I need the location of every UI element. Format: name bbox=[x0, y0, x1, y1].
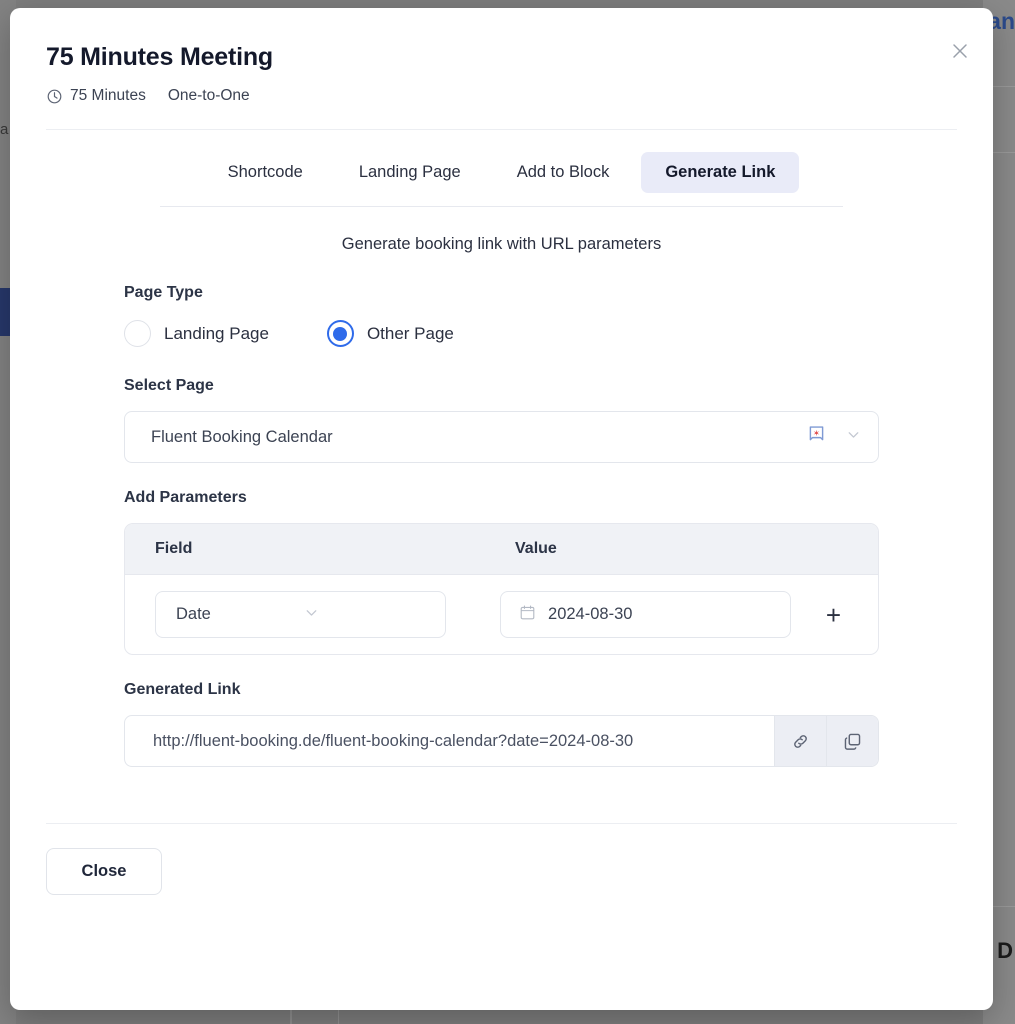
close-icon[interactable] bbox=[945, 36, 975, 66]
tab-add-to-block[interactable]: Add to Block bbox=[493, 152, 634, 193]
tab-bar: Shortcode Landing Page Add to Block Gene… bbox=[10, 152, 993, 193]
radio-other-page-dot bbox=[326, 320, 354, 347]
generated-link-label: Generated Link bbox=[124, 681, 241, 698]
copy-icon[interactable] bbox=[826, 716, 878, 766]
chevron-down-icon bbox=[845, 426, 862, 448]
meta-row: 75 Minutes One-to-One bbox=[46, 87, 957, 105]
clock-icon bbox=[46, 88, 63, 105]
select-page-label: Select Page bbox=[124, 377, 214, 394]
tab-landing-page[interactable]: Landing Page bbox=[335, 152, 485, 193]
generated-link-input[interactable]: http://fluent-booking.de/fluent-booking-… bbox=[125, 716, 774, 766]
select-page-value: Fluent Booking Calendar bbox=[151, 427, 333, 446]
meta-type-label: One-to-One bbox=[167, 87, 250, 104]
add-parameters-label: Add Parameters bbox=[124, 489, 247, 506]
page-title: 75 Minutes Meeting bbox=[46, 43, 273, 71]
parameter-value-input[interactable]: 2024-08-30 bbox=[500, 591, 792, 638]
generate-link-modal: 75 Minutes Meeting 75 Minutes One-to-One… bbox=[10, 8, 993, 1010]
background-left-text-fragment: a bbox=[0, 121, 9, 138]
meta-duration-label: 75 Minutes bbox=[70, 87, 146, 104]
modal-body: Generate booking link with URL parameter… bbox=[10, 235, 993, 767]
radio-landing-page-dot bbox=[124, 320, 151, 347]
parameters-table: Field Value Date 2024-08-30 + bbox=[124, 523, 879, 655]
table-row: Date 2024-08-30 + bbox=[125, 575, 878, 654]
radio-landing-page[interactable]: Landing Page bbox=[124, 320, 269, 347]
page-type-radio-group: Landing Page Other Page bbox=[124, 320, 879, 347]
radio-other-page-label: Other Page bbox=[366, 323, 454, 343]
chevron-down-icon bbox=[303, 604, 430, 626]
radio-other-page[interactable]: Other Page bbox=[326, 320, 454, 347]
close-button[interactable]: Close bbox=[46, 848, 162, 895]
parameter-value-text: 2024-08-30 bbox=[548, 605, 633, 623]
meta-type: One-to-One bbox=[168, 87, 250, 105]
column-header-field: Field bbox=[155, 540, 193, 557]
page-type-label: Page Type bbox=[124, 284, 203, 301]
calendar-icon bbox=[519, 604, 536, 626]
tab-generate-link[interactable]: Generate Link bbox=[641, 152, 800, 193]
add-parameter-button[interactable]: + bbox=[819, 600, 848, 630]
tabs-divider bbox=[160, 206, 843, 207]
svg-text:✶: ✶ bbox=[813, 428, 820, 438]
modal-header: 75 Minutes Meeting 75 Minutes One-to-One bbox=[10, 8, 993, 105]
intro-text: Generate booking link with URL parameter… bbox=[341, 235, 662, 253]
meta-duration: 75 Minutes bbox=[46, 87, 146, 105]
header-divider bbox=[46, 129, 957, 130]
parameter-field-dropdown[interactable]: Date bbox=[155, 591, 446, 638]
modal-footer: Close bbox=[10, 824, 993, 919]
select-page-dropdown[interactable]: Fluent Booking Calendar ✶ bbox=[124, 411, 879, 463]
tab-shortcode[interactable]: Shortcode bbox=[204, 152, 327, 193]
parameter-field-value: Date bbox=[176, 605, 211, 623]
generated-link-row: http://fluent-booking.de/fluent-booking-… bbox=[124, 715, 879, 767]
column-header-value: Value bbox=[515, 540, 557, 557]
radio-landing-page-label: Landing Page bbox=[164, 323, 269, 343]
chain-link-icon[interactable] bbox=[774, 716, 826, 766]
bookmark-star-icon: ✶ bbox=[806, 424, 827, 450]
background-bottom-text-fragment: D bbox=[997, 938, 1013, 963]
parameters-table-header: Field Value bbox=[125, 524, 878, 575]
